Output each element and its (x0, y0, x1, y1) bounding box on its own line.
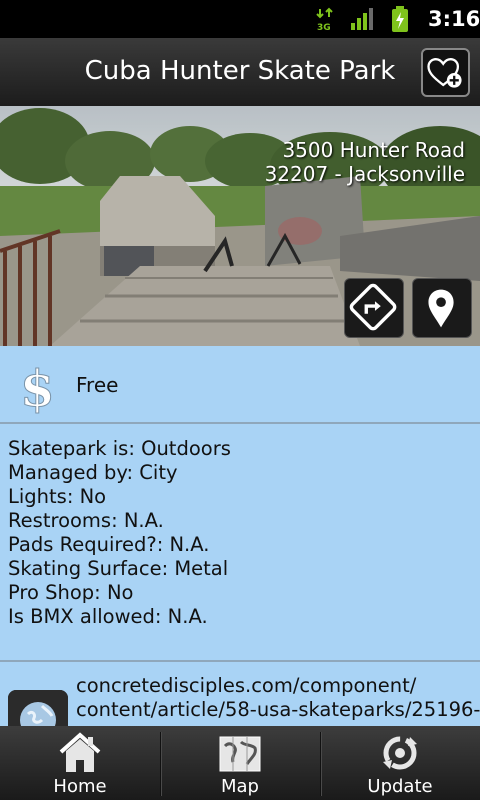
map-icon (219, 736, 261, 772)
directions-button[interactable] (344, 278, 404, 338)
detail-line: Restrooms: N.A. (8, 509, 164, 532)
detail-line: Lights: No (8, 485, 107, 508)
nav-home-button[interactable]: Home (0, 726, 160, 800)
network-3g-icon: 3G (316, 7, 333, 31)
website-link[interactable]: concretedisciples.com/component/ content… (0, 662, 480, 726)
price-label: Free (76, 373, 119, 397)
nav-home-label: Home (53, 776, 107, 797)
url-line: content/article/58-usa-skateparks/25196- (76, 698, 480, 721)
price-row: $ Free (0, 346, 480, 423)
nav-update-label: Update (367, 776, 433, 797)
detail-line: Pro Shop: No (8, 581, 134, 604)
detail-line: Is BMX allowed: N.A. (8, 605, 208, 628)
battery-charging-icon (392, 6, 408, 32)
heart-plus-icon (427, 58, 462, 88)
detail-line: Skating Surface: Metal (8, 557, 229, 580)
city-zip: 32207 - Jacksonville (264, 162, 465, 186)
nav-map-button[interactable]: Map (160, 726, 320, 800)
address: 3500 Hunter Road 32207 - Jacksonville (265, 138, 465, 186)
status-bar: 3G 3:16 (0, 0, 480, 38)
detail-line: Skatepark is: Outdoors (8, 437, 231, 460)
divider (0, 422, 480, 424)
clock: 3:16 (428, 7, 480, 31)
add-favorite-button[interactable] (421, 48, 470, 97)
svg-text:$: $ (20, 359, 55, 416)
nav-map-label: Map (221, 776, 259, 797)
park-details: Skatepark is: Outdoors Managed by: City … (8, 437, 231, 629)
home-icon (59, 732, 101, 772)
map-pin-icon (428, 289, 454, 328)
directions-icon (349, 283, 397, 331)
svg-text:3G: 3G (317, 23, 331, 31)
url-line: concretedisciples.com/component/ (76, 674, 417, 697)
signal-icon (351, 8, 373, 30)
website-url[interactable]: concretedisciples.com/component/ content… (76, 674, 480, 722)
details-panel: $ Free Skatepark is: Outdoors Managed by… (0, 346, 480, 726)
street-address: 3500 Hunter Road (282, 138, 465, 162)
nav-update-button[interactable]: Update (320, 726, 480, 800)
update-icon (383, 736, 417, 770)
detail-line: Pads Required?: N.A. (8, 533, 210, 556)
bottom-navigation: Home Map Update (0, 726, 480, 800)
title-bar: Cuba Hunter Skate Park (0, 38, 480, 106)
skatepark-photo: 3500 Hunter Road 32207 - Jacksonville (0, 106, 480, 346)
page-title: Cuba Hunter Skate Park (84, 56, 396, 86)
detail-line: Managed by: City (8, 461, 178, 484)
show-on-map-button[interactable] (412, 278, 472, 338)
globe-icon (8, 690, 68, 726)
dollar-icon: $ (20, 359, 56, 417)
